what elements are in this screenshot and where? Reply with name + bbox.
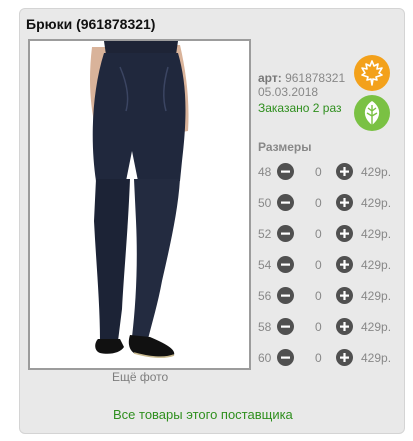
sku-label: арт:	[258, 71, 282, 85]
ordered-count: Заказано 2 раз	[258, 101, 342, 115]
supplier-products-link[interactable]: Все товары этого поставщика	[113, 407, 293, 422]
price-value: 429р.	[361, 320, 392, 334]
minus-icon	[281, 325, 290, 328]
decrease-button[interactable]	[277, 349, 294, 366]
product-photo[interactable]	[28, 39, 251, 370]
price-value: 429р.	[361, 227, 392, 241]
plus-icon	[340, 322, 349, 331]
price-value: 429р.	[361, 165, 392, 179]
increase-button[interactable]	[336, 349, 353, 366]
size-label: 58	[258, 320, 272, 334]
sizes-heading: Размеры	[258, 140, 312, 154]
more-photos-link[interactable]: Ещё фото	[112, 370, 168, 384]
price-value: 429р.	[361, 258, 392, 272]
sku-block: арт: 961878321 05.03.2018	[258, 71, 345, 99]
product-card: Брюки (961878321) Ещё фото арт: 96187832…	[19, 8, 405, 434]
size-label: 52	[258, 227, 272, 241]
quantity-value: 0	[315, 258, 322, 272]
price-value: 429р.	[361, 351, 392, 365]
size-label: 56	[258, 289, 272, 303]
quantity-value: 0	[315, 165, 322, 179]
decrease-button[interactable]	[277, 225, 294, 242]
minus-icon	[281, 263, 290, 266]
decrease-button[interactable]	[277, 163, 294, 180]
decrease-button[interactable]	[277, 256, 294, 273]
increase-button[interactable]	[336, 163, 353, 180]
size-label: 54	[258, 258, 272, 272]
plus-icon	[340, 260, 349, 269]
sku-value: 961878321	[285, 71, 346, 85]
increase-button[interactable]	[336, 256, 353, 273]
quantity-value: 0	[315, 351, 322, 365]
minus-icon	[281, 356, 290, 359]
quantity-value: 0	[315, 320, 322, 334]
product-title: Брюки (961878321)	[26, 16, 156, 32]
minus-icon	[281, 232, 290, 235]
size-label: 50	[258, 196, 272, 210]
product-date: 05.03.2018	[258, 85, 319, 99]
size-label: 60	[258, 351, 272, 365]
increase-button[interactable]	[336, 287, 353, 304]
quantity-value: 0	[315, 289, 322, 303]
decrease-button[interactable]	[277, 194, 294, 211]
minus-icon	[281, 170, 290, 173]
increase-button[interactable]	[336, 318, 353, 335]
minus-icon	[281, 201, 290, 204]
plus-icon	[340, 353, 349, 362]
decrease-button[interactable]	[277, 287, 294, 304]
maple-leaf-icon[interactable]	[354, 55, 390, 91]
price-value: 429р.	[361, 196, 392, 210]
increase-button[interactable]	[336, 225, 353, 242]
pants-image	[30, 41, 249, 368]
increase-button[interactable]	[336, 194, 353, 211]
plus-icon	[340, 229, 349, 238]
minus-icon	[281, 294, 290, 297]
plus-icon	[340, 198, 349, 207]
size-label: 48	[258, 165, 272, 179]
leaf-icon[interactable]	[354, 95, 390, 131]
plus-icon	[340, 291, 349, 300]
decrease-button[interactable]	[277, 318, 294, 335]
quantity-value: 0	[315, 196, 322, 210]
quantity-value: 0	[315, 227, 322, 241]
plus-icon	[340, 167, 349, 176]
price-value: 429р.	[361, 289, 392, 303]
